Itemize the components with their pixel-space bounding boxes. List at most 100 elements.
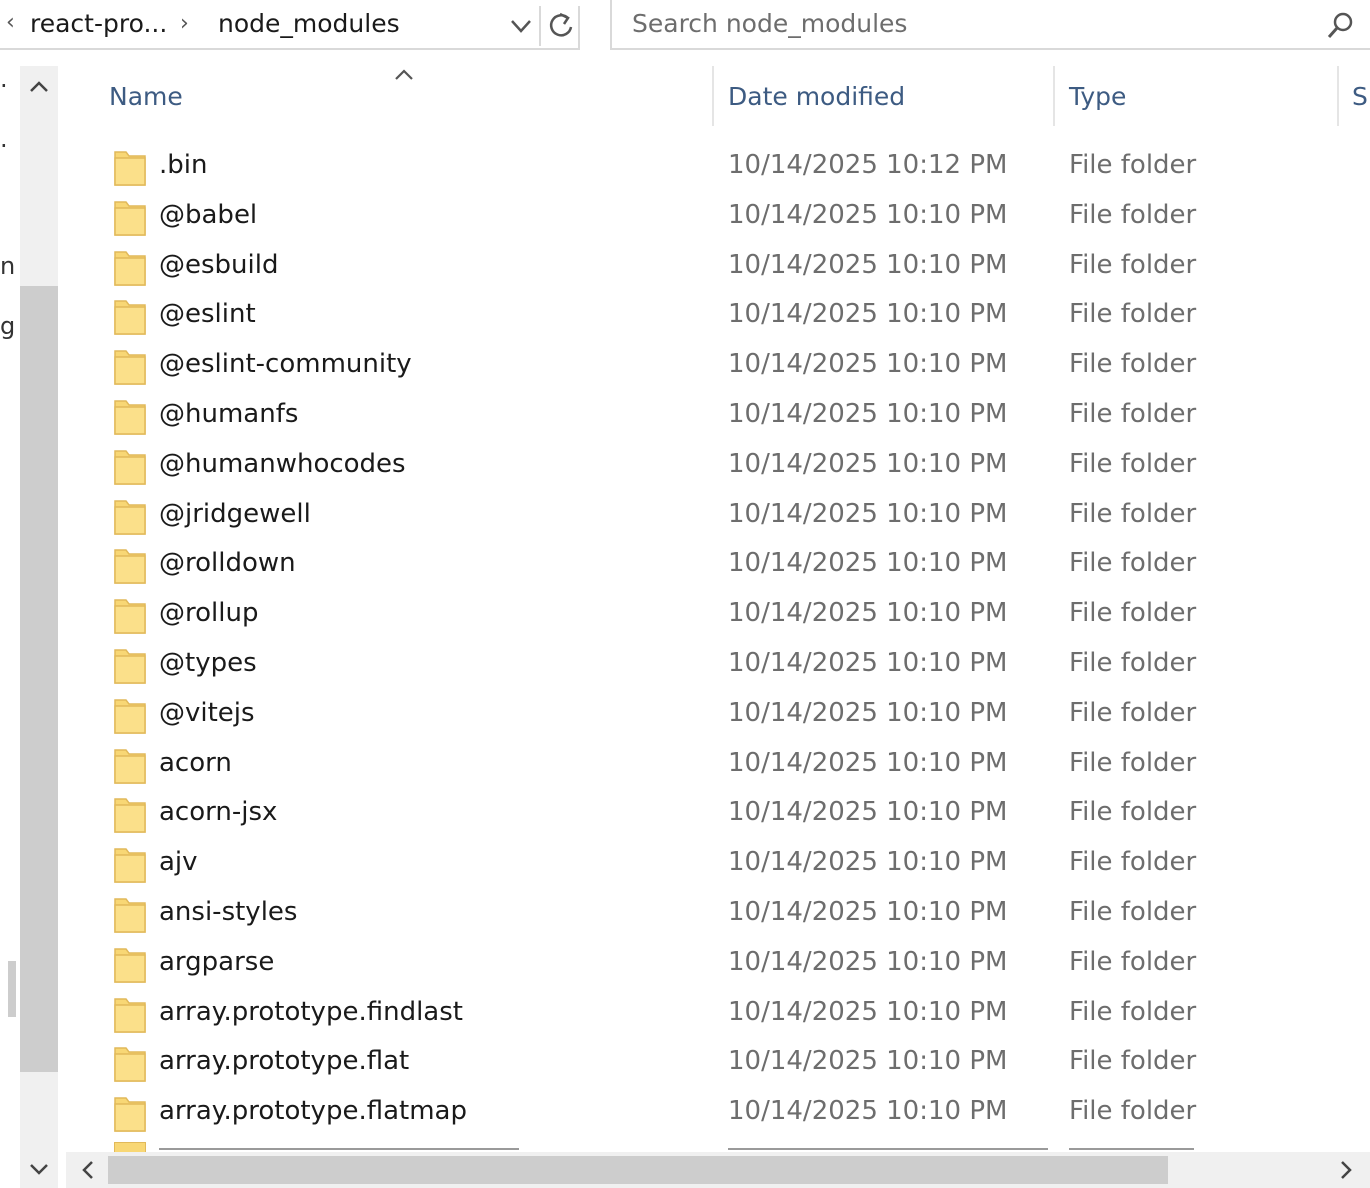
- folder-icon: [114, 995, 146, 1033]
- breadcrumb-separator-icon[interactable]: ›: [180, 11, 189, 36]
- file-list[interactable]: Name Date modified Type S .bin 10/14/2025…: [58, 66, 1370, 1152]
- partial-name: [159, 1148, 519, 1150]
- table-row[interactable]: @eslint 10/14/2025 10:10 PM File folder: [58, 291, 1370, 341]
- column-header-size[interactable]: S: [1352, 82, 1368, 111]
- file-name[interactable]: @babel: [159, 200, 257, 230]
- table-row[interactable]: ansi-styles 10/14/2025 10:10 PM File folde…: [58, 889, 1370, 939]
- folder-icon: [114, 198, 146, 236]
- table-row[interactable]: .bin 10/14/2025 10:12 PM File folder: [58, 142, 1370, 192]
- file-name[interactable]: acorn-jsx: [159, 797, 277, 827]
- file-name[interactable]: ansi-styles: [159, 897, 297, 927]
- folder-icon: [114, 795, 146, 834]
- folder-icon: [114, 1142, 146, 1152]
- address-bar[interactable]: ‹ react-pro... › node_modules: [0, 0, 580, 50]
- horizontal-scrollbar[interactable]: [66, 1152, 1370, 1188]
- file-date-modified: 10/14/2025 10:12 PM: [728, 150, 1008, 180]
- table-row[interactable]: @humanfs 10/14/2025 10:10 PM File folder: [58, 391, 1370, 441]
- refresh-icon[interactable]: [546, 8, 576, 42]
- scroll-up-icon[interactable]: [24, 72, 54, 102]
- address-divider: [539, 6, 541, 46]
- search-input[interactable]: Search node_modules: [610, 0, 1370, 50]
- file-type: File folder: [1069, 847, 1197, 878]
- table-row[interactable]: @humanwhocodes 10/14/2025 10:10 PM File fo…: [58, 441, 1370, 491]
- table-row[interactable]: @babel 10/14/2025 10:10 PM File folder: [58, 192, 1370, 242]
- partial-row[interactable]: [58, 1140, 1370, 1152]
- chevron-down-icon[interactable]: [506, 12, 536, 40]
- file-name[interactable]: .bin: [159, 150, 207, 180]
- file-type: File folder: [1069, 448, 1197, 479]
- table-row[interactable]: array.prototype.flatmap 10/14/2025 10:10 …: [58, 1088, 1370, 1138]
- vertical-scrollbar[interactable]: [20, 66, 58, 1188]
- column-divider[interactable]: [1337, 66, 1339, 126]
- horizontal-scrollbar-thumb[interactable]: [108, 1156, 1168, 1184]
- file-name[interactable]: @rollup: [159, 598, 258, 628]
- file-name[interactable]: array.prototype.findlast: [159, 997, 463, 1027]
- folder-icon: [114, 1094, 146, 1132]
- folder-icon: [114, 845, 146, 883]
- file-type: File folder: [1069, 946, 1197, 977]
- file-name[interactable]: @eslint-community: [159, 349, 412, 379]
- file-name[interactable]: ajv: [159, 847, 198, 877]
- column-header-date-modified[interactable]: Date modified: [728, 82, 905, 111]
- table-row[interactable]: @esbuild 10/14/2025 10:10 PM File folder: [58, 242, 1370, 292]
- file-name[interactable]: argparse: [159, 947, 274, 977]
- nav-fragment: g: [0, 312, 16, 340]
- file-type: File folder: [1069, 896, 1197, 927]
- file-type: File folder: [1069, 697, 1197, 728]
- scroll-down-icon[interactable]: [24, 1154, 54, 1184]
- column-header-name[interactable]: Name: [109, 82, 183, 111]
- table-row[interactable]: @jridgewell 10/14/2025 10:10 PM File folde…: [58, 491, 1370, 541]
- table-row[interactable]: array.prototype.flat 10/14/2025 10:10 PM F…: [58, 1038, 1370, 1088]
- file-name[interactable]: @esbuild: [159, 250, 278, 280]
- breadcrumb-node-modules[interactable]: node_modules: [218, 9, 400, 38]
- nav-scrollbar-thumb[interactable]: [8, 961, 16, 1017]
- table-row[interactable]: @rollup 10/14/2025 10:10 PM File folder: [58, 590, 1370, 640]
- file-name[interactable]: acorn: [159, 748, 232, 778]
- file-date-modified: 10/14/2025 10:10 PM: [728, 299, 1008, 330]
- navigation-pane[interactable]: · · n g: [0, 66, 20, 1188]
- table-row[interactable]: argparse 10/14/2025 10:10 PM File folder: [58, 939, 1370, 989]
- search-icon[interactable]: [1324, 10, 1356, 42]
- file-type: File folder: [1069, 1096, 1197, 1127]
- vertical-scrollbar-thumb[interactable]: [20, 286, 58, 1072]
- file-name[interactable]: @types: [159, 648, 257, 678]
- table-row[interactable]: @types 10/14/2025 10:10 PM File folder: [58, 640, 1370, 690]
- column-header-type[interactable]: Type: [1069, 82, 1126, 111]
- file-name[interactable]: @jridgewell: [159, 499, 311, 529]
- table-row[interactable]: ajv 10/14/2025 10:10 PM File folder: [58, 839, 1370, 889]
- sort-ascending-icon: [392, 66, 416, 82]
- file-name[interactable]: array.prototype.flat: [159, 1046, 409, 1076]
- file-rows: .bin 10/14/2025 10:12 PM File folder @babel…: [58, 142, 1370, 1138]
- column-divider[interactable]: [1053, 66, 1055, 126]
- folder-icon: [114, 596, 146, 634]
- nav-fragment: ·: [0, 72, 8, 100]
- folder-icon: [114, 646, 146, 684]
- folder-icon: [114, 895, 146, 933]
- file-date-modified: 10/14/2025 10:10 PM: [728, 498, 1008, 529]
- file-date-modified: 10/14/2025 10:10 PM: [728, 448, 1008, 479]
- table-row[interactable]: array.prototype.findlast 10/14/2025 10:10…: [58, 989, 1370, 1039]
- folder-icon: [114, 297, 146, 336]
- file-name[interactable]: @vitejs: [159, 698, 255, 728]
- scroll-left-icon[interactable]: [74, 1156, 102, 1184]
- file-name[interactable]: array.prototype.flatmap: [159, 1096, 467, 1126]
- file-name[interactable]: @eslint: [159, 299, 256, 329]
- table-row[interactable]: @eslint-community 10/14/2025 10:10 PM File…: [58, 341, 1370, 391]
- file-type: File folder: [1069, 299, 1197, 330]
- file-date-modified: 10/14/2025 10:10 PM: [728, 598, 1008, 629]
- scroll-right-icon[interactable]: [1332, 1156, 1360, 1184]
- file-name[interactable]: @humanwhocodes: [159, 449, 406, 479]
- table-row[interactable]: acorn-jsx 10/14/2025 10:10 PM File folder: [58, 789, 1370, 839]
- file-date-modified: 10/14/2025 10:10 PM: [728, 747, 1008, 778]
- file-name[interactable]: @rolldown: [159, 548, 296, 578]
- breadcrumb-react-project[interactable]: react-pro...: [30, 9, 167, 38]
- table-row[interactable]: acorn 10/14/2025 10:10 PM File folder: [58, 740, 1370, 790]
- back-chevron-icon[interactable]: ‹: [6, 10, 15, 35]
- table-row[interactable]: @rolldown 10/14/2025 10:10 PM File folder: [58, 540, 1370, 590]
- file-name[interactable]: @humanfs: [159, 399, 298, 429]
- folder-icon: [114, 347, 146, 385]
- column-divider[interactable]: [712, 66, 714, 126]
- table-row[interactable]: @vitejs 10/14/2025 10:10 PM File folder: [58, 690, 1370, 740]
- file-date-modified: 10/14/2025 10:10 PM: [728, 996, 1008, 1027]
- file-date-modified: 10/14/2025 10:10 PM: [728, 1046, 1008, 1077]
